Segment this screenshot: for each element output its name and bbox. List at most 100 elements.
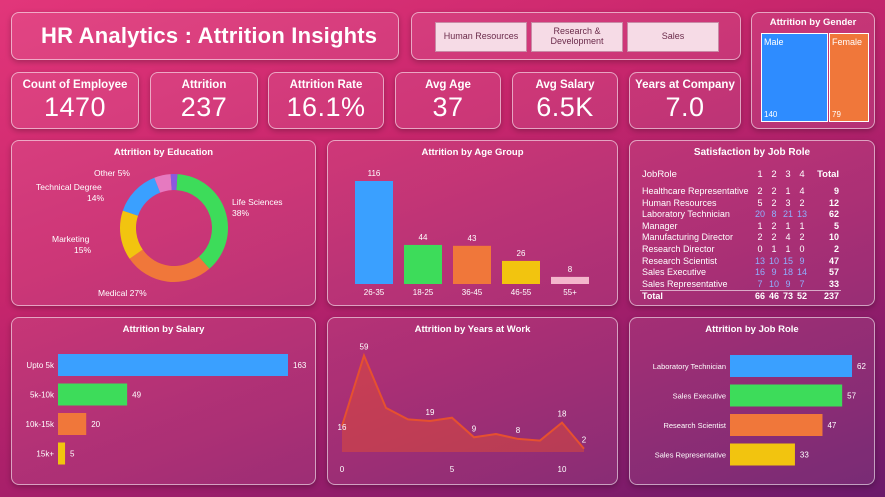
column-header-2[interactable]: 2: [767, 164, 781, 186]
satisfaction-table: JobRole 1 2 3 4 Total Healthcare Represe…: [640, 164, 842, 303]
row-total-cell: 57: [829, 267, 840, 278]
satisfaction-cell: 0: [757, 243, 763, 254]
satisfaction-cell: 1: [757, 220, 763, 231]
satisfaction-cell: 46: [769, 291, 780, 302]
satisfaction-cell: 9: [785, 278, 791, 289]
job-role-cell: Laboratory Technician: [642, 209, 730, 220]
salary-bar[interactable]: [58, 442, 66, 465]
job-role-cell: Sales Representative: [642, 278, 728, 289]
female-label: Female: [832, 37, 863, 47]
satisfaction-cell: 21: [783, 209, 794, 220]
kpi-employee-count: Count of Employee 1470: [11, 72, 139, 129]
satisfaction-cell: 7: [757, 278, 763, 289]
donut-slice-medical[interactable]: [129, 249, 210, 282]
department-slicer: Human Resources Research & Development S…: [411, 12, 741, 60]
salary-bar[interactable]: [58, 413, 87, 435]
donut-slice-below-college[interactable]: [170, 174, 178, 191]
satisfaction-cell: 15: [783, 255, 794, 266]
page-title: HR Analytics : Attrition Insights: [41, 23, 378, 48]
years-area-fill: [342, 355, 584, 452]
kpi-value: 37: [432, 92, 464, 122]
table-row: Research Scientist 13 10 15 9 47: [640, 256, 841, 268]
age-bar[interactable]: [404, 244, 442, 284]
satisfaction-cell: 1: [785, 186, 791, 196]
salary-bar[interactable]: [58, 354, 288, 376]
age-bar[interactable]: [355, 181, 393, 284]
years-point-label: 19: [426, 408, 435, 417]
age-bar[interactable]: [453, 245, 491, 284]
job-role-bar-value: 33: [800, 451, 809, 460]
satisfaction-cell: 18: [783, 267, 794, 278]
salary-bar-value: 5: [70, 450, 75, 459]
kpi-label: Avg Salary: [535, 79, 595, 91]
satisfaction-cell: 13: [797, 209, 808, 220]
table-row: Sales Executive 16 9 18 14 57: [640, 267, 841, 279]
salary-card: Attrition by Salary Upto 5k 163 5k-10k 49 10…: [11, 317, 316, 485]
column-header-total[interactable]: Total: [809, 164, 841, 186]
job-role-bar[interactable]: [730, 414, 823, 436]
label-life-sciences-pct: 38%: [232, 208, 249, 218]
male-tile[interactable]: Male 140: [761, 33, 828, 122]
row-total-cell: 9: [834, 186, 840, 196]
row-total-cell: 62: [829, 209, 840, 220]
salary-category-label: 15k+: [36, 450, 54, 459]
satisfaction-cell: 52: [797, 291, 808, 302]
kpi-attrition: Attrition 237: [150, 72, 258, 129]
years-point-label: 59: [360, 343, 369, 352]
donut-slice-technical-degree[interactable]: [122, 177, 161, 216]
salary-category-label: 10k-15k: [26, 420, 55, 429]
satisfaction-cell: 16: [755, 267, 766, 278]
kpi-value: 16.1%: [286, 92, 366, 122]
satisfaction-cell: 2: [757, 232, 763, 243]
female-tile[interactable]: Female 79: [829, 33, 869, 122]
age-group-bar-chart[interactable]: 116 26-35 44 18-25 43 36-45 26 46-55 8 55+: [328, 141, 619, 307]
years-x-tick: 5: [450, 465, 455, 474]
row-total-cell: 2: [834, 243, 840, 254]
age-bar[interactable]: [502, 260, 540, 284]
job-role-bar-value: 62: [857, 362, 866, 371]
satisfaction-cell: 73: [783, 291, 794, 302]
column-header-4[interactable]: 4: [795, 164, 809, 186]
job-role-bar[interactable]: [730, 443, 795, 466]
column-header-3[interactable]: 3: [781, 164, 795, 186]
kpi-value: 237: [180, 92, 228, 122]
label-technical-degree-pct: 14%: [87, 193, 104, 203]
row-total-cell: 33: [829, 278, 840, 289]
satisfaction-cell: 10: [769, 278, 780, 289]
satisfaction-cell: 2: [799, 232, 805, 243]
column-header-1[interactable]: 1: [753, 164, 767, 186]
slicer-research-development[interactable]: Research & Development: [531, 22, 623, 52]
label-medical: Medical 27%: [98, 288, 147, 298]
job-role-bar[interactable]: [730, 355, 852, 377]
column-header-role[interactable]: JobRole: [640, 164, 753, 186]
donut-slice-life-sciences[interactable]: [176, 174, 228, 269]
satisfaction-cell: 14: [797, 267, 808, 278]
satisfaction-cell: 2: [771, 186, 777, 196]
label-life-sciences: Life Sciences: [232, 197, 283, 207]
age-bar[interactable]: [551, 276, 589, 284]
salary-bar-chart[interactable]: Upto 5k 163 5k-10k 49 10k-15k 20 15k+ 5: [12, 318, 317, 486]
job-role-bar-chart[interactable]: Laboratory Technician 62 Sales Executive 57…: [630, 318, 876, 486]
salary-category-label: 5k-10k: [30, 391, 55, 400]
age-category-label: 36-45: [462, 288, 483, 297]
donut-slice-marketing[interactable]: [120, 210, 143, 259]
kpi-value: 6.5K: [536, 92, 594, 122]
years-point-label: 18: [558, 410, 567, 419]
label-technical-degree: Technical Degree: [36, 182, 102, 192]
years-area-chart[interactable]: 16 59 19 9 8 18 2 0 5 10: [328, 318, 619, 486]
kpi-label: Attrition: [181, 79, 227, 91]
slicer-human-resources[interactable]: Human Resources: [435, 22, 527, 52]
kpi-label: Count of Employee: [22, 79, 128, 91]
job-role-cell: Manager: [642, 220, 678, 231]
education-donut-chart[interactable]: Life Sciences 38% Medical 27% Marketing …: [12, 141, 317, 307]
job-role-cell: Human Resources: [642, 197, 717, 208]
job-role-bar[interactable]: [730, 384, 843, 407]
satisfaction-cell: 20: [755, 209, 766, 220]
label-marketing-pct: 15%: [74, 245, 91, 255]
age-group-card: Attrition by Age Group 116 26-35 44 18-25 43…: [327, 140, 618, 306]
salary-bar[interactable]: [58, 383, 128, 406]
slicer-sales[interactable]: Sales: [627, 22, 719, 52]
satisfaction-cell: 1: [771, 243, 777, 254]
dashboard-title-card: HR Analytics : Attrition Insights: [11, 12, 399, 60]
satisfaction-cell: 5: [757, 197, 763, 208]
